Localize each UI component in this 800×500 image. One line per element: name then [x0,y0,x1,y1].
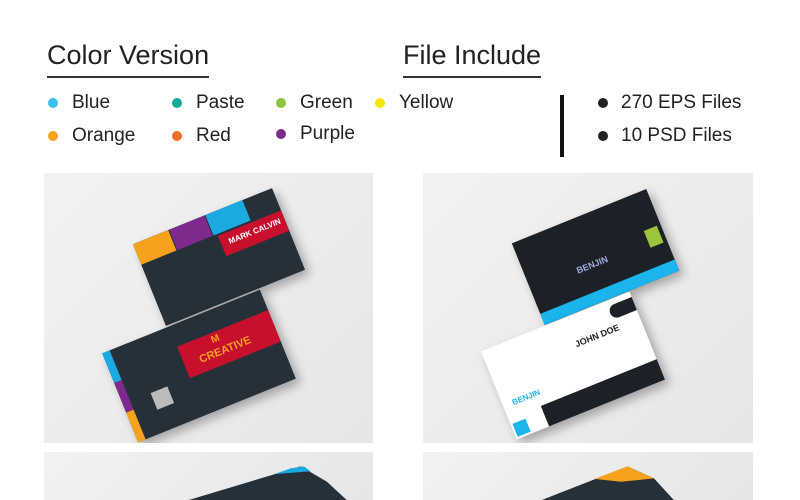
color-dot-icon [48,98,58,108]
preview-benjin: BENJIN JOHN DOE BENJIN [423,173,753,443]
color-dot-icon [375,98,385,108]
color-item-paste: Paste [172,92,245,114]
card-partial [541,466,674,500]
color-dot-icon [276,98,286,108]
color-item-purple: Purple [276,123,355,145]
color-dot-icon [48,131,58,141]
color-item-orange: Orange [48,125,135,147]
bullet-icon [598,131,608,141]
file-label: 10 PSD Files [621,125,732,146]
color-item-yellow: Yellow [375,92,453,114]
color-version-heading: Color Version [47,38,210,78]
preview-3 [44,452,373,500]
card-brand: BENJIN [575,253,610,276]
card-brand: CREATIVE [197,334,253,366]
color-label: Orange [72,125,136,146]
preview-creative: MARK CALVIN M CREATIVE [44,173,373,443]
file-item: 270 EPS Files [598,92,741,114]
card-front: M CREATIVE [102,289,296,443]
card-front: JOHN DOE BENJIN [481,291,665,440]
color-dot-icon [172,98,182,108]
card-name: JOHN DOE [573,322,621,350]
qr-code-icon [150,386,175,410]
color-item-green: Green [276,92,353,114]
color-label: Paste [196,92,245,113]
color-label: Yellow [399,92,454,113]
logo: M [209,332,222,347]
color-item-blue: Blue [48,92,110,114]
card-brand: BENJIN [510,387,542,408]
color-dot-icon [172,131,182,141]
color-dot-icon [276,129,286,139]
color-label: Purple [300,123,355,144]
file-include-heading: File Include [403,38,542,78]
divider [560,95,564,157]
file-label: 270 EPS Files [621,92,742,113]
bullet-icon [598,98,608,108]
color-label: Green [300,92,353,113]
color-label: Red [196,125,231,146]
card-partial [188,466,347,500]
preview-4 [423,452,753,500]
color-label: Blue [72,92,111,113]
file-item: 10 PSD Files [598,125,732,147]
color-item-red: Red [172,125,231,147]
